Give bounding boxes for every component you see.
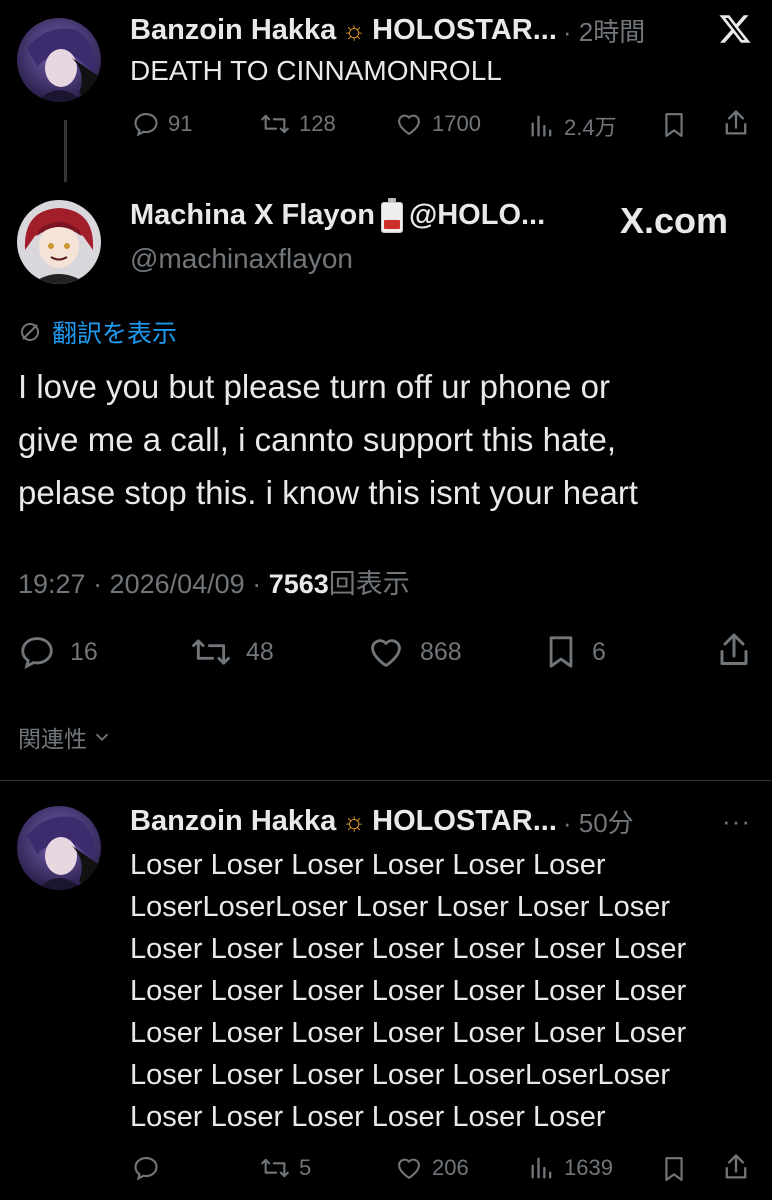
reply-count: 16 <box>70 637 98 666</box>
tweet-text-line: give me a call, i cannto support this ha… <box>18 421 616 458</box>
author-name[interactable]: Machina X Flayon <box>130 199 375 232</box>
sun-emoji-icon: ☼ <box>342 15 367 45</box>
repost-button[interactable]: 48 <box>190 633 274 671</box>
avatar[interactable] <box>17 200 101 284</box>
like-count: 1700 <box>432 111 481 136</box>
views-count: 7563 <box>268 569 329 599</box>
share-button[interactable] <box>722 108 750 138</box>
author-name[interactable]: Banzoin Hakka <box>130 805 336 838</box>
author-name[interactable]: Banzoin Hakka <box>130 14 336 47</box>
tweet-text: Loser Loser Loser Loser Loser Loser Lose… <box>130 844 686 1138</box>
reply-button[interactable] <box>132 1154 160 1182</box>
translate-icon <box>21 323 39 341</box>
views-count: 1639 <box>564 1155 613 1180</box>
repost-count: 48 <box>246 637 274 666</box>
tweet-text-line: Loser Loser Loser Loser Loser Loser <box>130 1101 606 1133</box>
heart-icon <box>398 1158 420 1179</box>
bookmark-button[interactable] <box>661 1154 687 1184</box>
like-count: 206 <box>432 1155 469 1180</box>
more-options-icon[interactable]: ··· <box>722 806 751 837</box>
tweet-text-line: Loser Loser Loser Loser Loser Loser Lose… <box>130 1017 687 1049</box>
tweet-timestamp[interactable]: 19:27 · 2026/04/09 · <box>18 569 269 599</box>
tweet-text-line: Loser Loser Loser Loser Loser Loser Lose… <box>130 975 687 1007</box>
tweet-text: I love you but please turn off ur phone … <box>18 360 638 519</box>
thread-line <box>64 120 67 182</box>
bookmark-button[interactable]: 6 <box>544 633 606 671</box>
share-icon <box>725 110 747 135</box>
share-icon <box>720 633 748 665</box>
tweet-text: DEATH TO CINNAMONROLL <box>130 55 502 86</box>
x-logo-icon[interactable] <box>718 12 752 46</box>
reply-count: 91 <box>168 111 193 136</box>
analytics-icon <box>531 1157 552 1179</box>
avatar[interactable] <box>17 806 101 890</box>
avatar[interactable] <box>17 18 101 102</box>
divider <box>0 780 772 781</box>
author-name-suffix[interactable]: HOLOSTAR... <box>372 14 557 47</box>
sun-emoji-icon: ☼ <box>342 806 367 836</box>
repost-icon <box>192 639 230 665</box>
tweet-time[interactable]: · 2時間 <box>563 12 645 49</box>
tweet-text-line: LoserLoserLoser Loser Loser Loser Loser <box>130 891 671 923</box>
like-button[interactable]: 868 <box>366 633 462 671</box>
tweet-text-line: I love you but please turn off ur phone … <box>18 368 610 405</box>
battery-emoji-icon <box>380 198 403 233</box>
views-button[interactable]: 2.4万 <box>528 110 617 142</box>
bookmark-count: 6 <box>592 637 606 666</box>
bookmark-button[interactable] <box>661 110 687 140</box>
reply-button[interactable]: 91 <box>132 110 192 138</box>
like-button[interactable]: 1700 <box>394 110 481 138</box>
bookmark-icon <box>665 113 683 137</box>
heart-icon <box>371 639 401 667</box>
x-com-watermark: X.com <box>620 200 729 241</box>
like-count: 868 <box>420 637 462 666</box>
bookmark-icon <box>549 636 573 668</box>
reply-icon <box>21 637 53 670</box>
tweet-text-line: Loser Loser Loser Loser LoserLoserLoser <box>130 1059 671 1091</box>
views-label: 回表示 <box>328 569 410 599</box>
sort-label: 関連性 <box>18 726 87 752</box>
like-button[interactable]: 206 <box>394 1154 469 1182</box>
author-name-suffix[interactable]: HOLOSTAR... <box>372 805 557 838</box>
reply-icon <box>134 1157 158 1181</box>
tweet-text-line: Loser Loser Loser Loser Loser Loser Lose… <box>130 933 687 965</box>
views-count: 2.4万 <box>564 115 617 140</box>
sort-dropdown[interactable]: 関連性 <box>18 720 113 754</box>
share-button[interactable] <box>722 1152 750 1182</box>
repost-icon <box>261 114 289 134</box>
author-handle-inline[interactable]: @HOLO... <box>409 199 545 232</box>
repost-button[interactable]: 128 <box>259 110 336 138</box>
author-handle[interactable]: @machinaxflayon <box>130 243 353 275</box>
heart-icon <box>398 114 420 135</box>
share-button[interactable] <box>716 630 752 670</box>
repost-icon <box>261 1158 289 1178</box>
translate-link[interactable]: 翻訳を表示 <box>52 314 177 350</box>
tweet-text-line: pelase stop this. i know this isnt your … <box>18 474 638 511</box>
reply-icon <box>134 113 158 137</box>
reply-button[interactable]: 16 <box>18 633 98 671</box>
bookmark-icon <box>665 1157 683 1181</box>
repost-count: 5 <box>299 1155 312 1180</box>
repost-count: 128 <box>299 111 336 136</box>
tweet-time[interactable]: · 50分 <box>563 803 634 840</box>
analytics-icon <box>531 115 552 137</box>
repost-button[interactable]: 5 <box>259 1154 311 1182</box>
share-icon <box>725 1154 747 1179</box>
tweet-text-line: Loser Loser Loser Loser Loser Loser <box>130 849 606 881</box>
views-button[interactable]: 1639 <box>528 1154 613 1182</box>
chevron-down-icon <box>95 733 109 742</box>
